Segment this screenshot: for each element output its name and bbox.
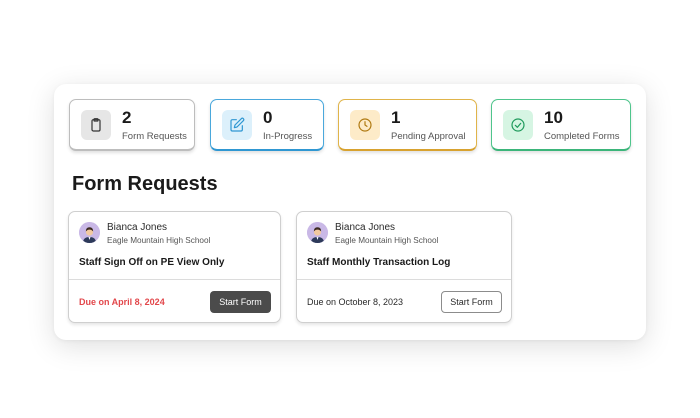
- form-request-card[interactable]: Bianca Jones Eagle Mountain High School …: [296, 211, 512, 323]
- school-name: Eagle Mountain High School: [107, 236, 211, 245]
- card-divider: [297, 279, 511, 280]
- form-request-card[interactable]: Bianca Jones Eagle Mountain High School …: [68, 211, 281, 323]
- stat-value: 1: [391, 108, 401, 127]
- check-circle-icon: [503, 110, 533, 140]
- start-form-button[interactable]: Start Form: [441, 291, 502, 313]
- stat-card-completed-forms[interactable]: 10 Completed Forms: [491, 99, 631, 151]
- stat-value: 2: [122, 108, 132, 127]
- due-date: Due on October 8, 2023: [307, 297, 404, 307]
- form-title: Staff Sign Off on PE View Only: [79, 257, 225, 268]
- start-form-button[interactable]: Start Form: [210, 291, 271, 313]
- stat-label: Completed Forms: [544, 131, 620, 142]
- stat-value: 10: [544, 108, 563, 127]
- clipboard-icon: [81, 110, 111, 140]
- stats-row: 2 Form Requests 0 In-Progress 1 Pending: [69, 99, 631, 151]
- clock-icon: [350, 110, 380, 140]
- dashboard-panel: 2 Form Requests 0 In-Progress 1 Pending: [54, 84, 646, 340]
- avatar: [307, 222, 328, 243]
- stat-label: In-Progress: [263, 131, 313, 142]
- school-name: Eagle Mountain High School: [335, 236, 439, 245]
- stat-label: Pending Approval: [391, 131, 466, 142]
- user-name: Bianca Jones: [107, 222, 168, 233]
- stat-value: 0: [263, 108, 273, 127]
- edit-icon: [222, 110, 252, 140]
- user-name: Bianca Jones: [335, 222, 396, 233]
- due-date: Due on April 8, 2024: [79, 297, 165, 307]
- stat-card-in-progress[interactable]: 0 In-Progress: [210, 99, 324, 151]
- avatar: [79, 222, 100, 243]
- section-title: Form Requests: [72, 173, 218, 195]
- stat-label: Form Requests: [122, 131, 187, 142]
- form-title: Staff Monthly Transaction Log: [307, 257, 451, 268]
- card-divider: [69, 279, 280, 280]
- stat-card-pending-approval[interactable]: 1 Pending Approval: [338, 99, 477, 151]
- stat-card-form-requests[interactable]: 2 Form Requests: [69, 99, 195, 151]
